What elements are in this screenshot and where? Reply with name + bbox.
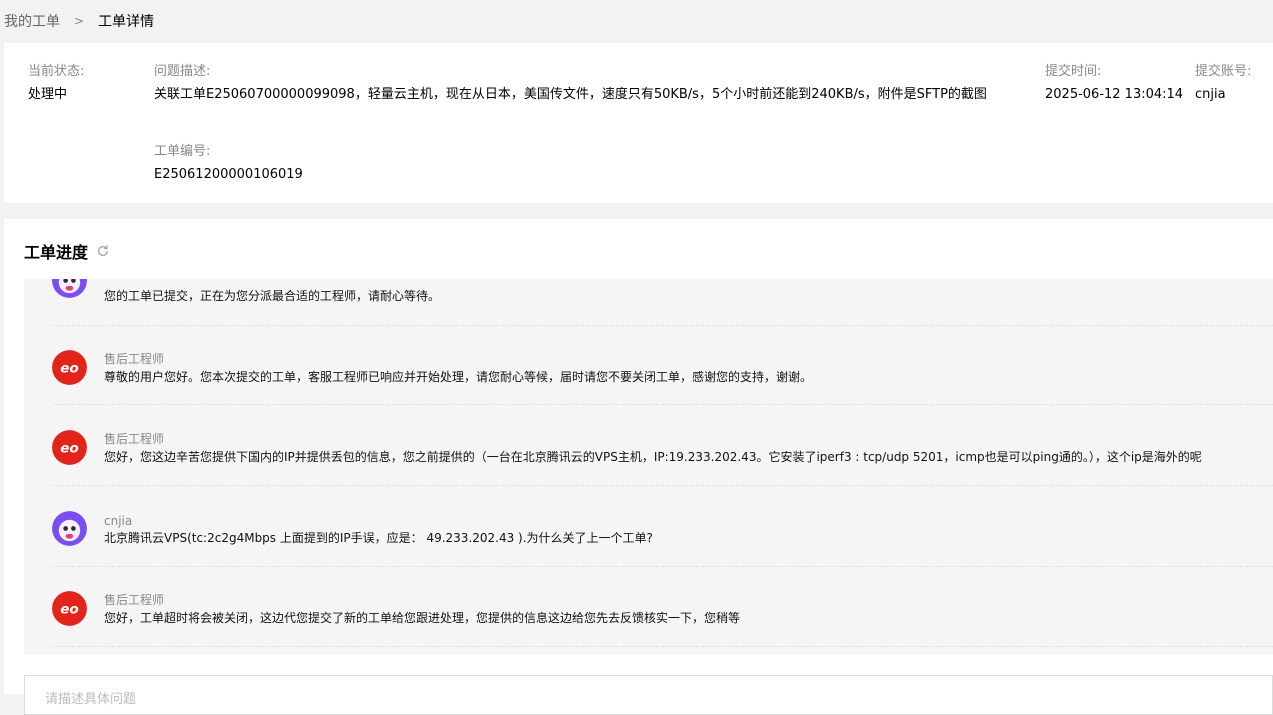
status-field: 当前状态: 处理中 [28, 63, 84, 104]
progress-title: 工单进度 [24, 239, 110, 263]
ticket-id-label: 工单编号: [154, 144, 211, 159]
timeline-message: 您好，工单超时将会被关闭，这边代您提交了新的工单给您跟进处理，您提供的信息这边给… [104, 611, 741, 625]
status-label: 当前状态: [28, 64, 85, 79]
user-avatar [52, 511, 87, 546]
status-value: 处理中 [28, 87, 68, 102]
account-label: 提交账号: [1195, 64, 1252, 79]
timeline-message: 尊敬的用户您好。您本次提交的工单，客服工程师已响应并开始处理，请您耐心等候，届时… [104, 370, 813, 384]
description-value: 关联工单E25060700000099098，轻量云主机，现在从日本，美国传文件… [154, 87, 987, 102]
account-value: cnjia [1195, 87, 1226, 102]
submit-time-field: 提交时间: 2025-06-12 13:04:14 [1045, 63, 1183, 104]
engineer-avatar: eo [52, 591, 87, 626]
timeline-entry: eo 售后工程师 您好，您这边辛苦您提供下国内的IP并提供丢包的信息，您之前提供… [52, 405, 1273, 486]
timeline-entry: 您的工单已提交，正在为您分派最合适的工程师，请耐心等待。 [52, 279, 1273, 326]
timeline-entry: eo 售后工程师 您好，工单超时将会被关闭，这边代您提交了新的工单给您跟进处理，… [52, 567, 1273, 647]
breadcrumb-current: 工单详情 [98, 14, 155, 30]
engineer-avatar: eo [52, 430, 87, 465]
timeline-author: 售后工程师 [104, 593, 165, 607]
svg-text:eo: eo [60, 440, 79, 456]
timeline-author: 售后工程师 [104, 432, 165, 446]
svg-text:eo: eo [60, 360, 79, 376]
timeline-author: cnjia [104, 514, 133, 528]
ticket-progress-card: 工单进度 您的工单已提交，正在为您分派最合适的工程师，请耐心等待。 eo 售后工 [4, 219, 1273, 715]
engineer-avatar: eo [52, 350, 87, 385]
ticket-id-value: E25061200000106019 [154, 167, 303, 182]
svg-text:eo: eo [60, 601, 79, 617]
timeline-message: 您好，您这边辛苦您提供下国内的IP并提供丢包的信息，您之前提供的（一台在北京腾讯… [104, 450, 1202, 464]
account-field: 提交账号: cnjia [1195, 63, 1251, 104]
timeline-message: 北京腾讯云VPS(tc:2c2g4Mbps 上面提到的IP手误，应是： 49.2… [104, 531, 653, 545]
timeline-entry: eo 售后工程师 尊敬的用户您好。您本次提交的工单，客服工程师已响应并开始处理，… [52, 325, 1273, 405]
submit-time-label: 提交时间: [1045, 64, 1102, 79]
ticket-id-field: 工单编号: E25061200000106019 [154, 143, 303, 184]
refresh-icon[interactable] [96, 244, 110, 258]
chevron-right-icon: > [74, 14, 85, 28]
timeline-author: 售后工程师 [104, 352, 165, 366]
progress-timeline[interactable]: 您的工单已提交，正在为您分派最合适的工程师，请耐心等待。 eo 售后工程师 尊敬… [24, 279, 1273, 655]
user-avatar [52, 279, 87, 298]
progress-title-text: 工单进度 [24, 243, 89, 262]
timeline-entry: cnjia 北京腾讯云VPS(tc:2c2g4Mbps 上面提到的IP手误，应是… [52, 486, 1273, 567]
ticket-info-card: 当前状态: 处理中 问题描述: 关联工单E25060700000099098，轻… [4, 43, 1273, 203]
description-field: 问题描述: 关联工单E25060700000099098，轻量云主机，现在从日本… [154, 63, 987, 104]
submit-time-value: 2025-06-12 13:04:14 [1045, 87, 1184, 102]
breadcrumb: 我的工单 > 工单详情 [4, 0, 154, 42]
description-label: 问题描述: [154, 64, 211, 79]
reply-input[interactable]: 请描述具体问题 [24, 675, 1273, 715]
breadcrumb-my-tickets[interactable]: 我的工单 [4, 11, 60, 31]
timeline-message: 您的工单已提交，正在为您分派最合适的工程师，请耐心等待。 [104, 289, 441, 303]
